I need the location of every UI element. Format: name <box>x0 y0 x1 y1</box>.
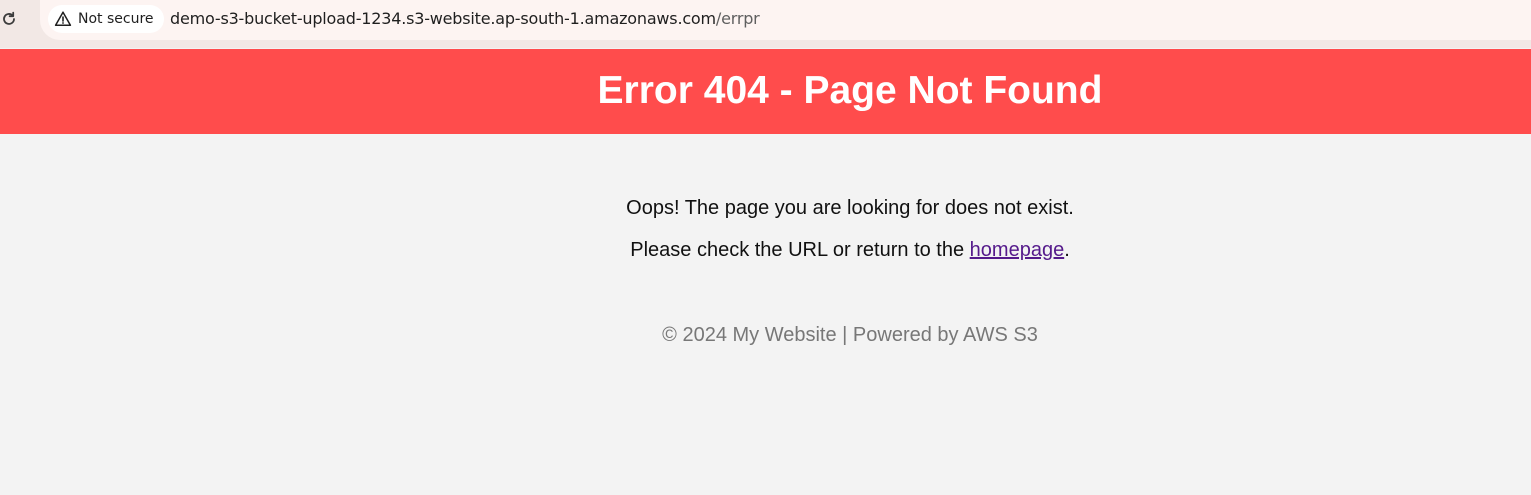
reload-icon[interactable] <box>0 10 18 28</box>
warning-icon <box>54 10 72 28</box>
browser-toolbar: Not secure demo-s3-bucket-upload-1234.s3… <box>0 0 1531 48</box>
url-path: /errpr <box>715 9 760 28</box>
instruction-text: Please check the URL or return to the ho… <box>0 239 1531 262</box>
instruction-suffix: . <box>1064 239 1070 261</box>
url-host: demo-s3-bucket-upload-1234.s3-website.ap… <box>170 9 716 28</box>
instruction-prefix: Please check the URL or return to the <box>630 239 970 261</box>
error-header: Error 404 - Page Not Found <box>0 49 1531 134</box>
homepage-link[interactable]: homepage <box>970 239 1065 261</box>
url-text[interactable]: demo-s3-bucket-upload-1234.s3-website.ap… <box>170 9 760 28</box>
security-indicator[interactable]: Not secure <box>48 5 164 33</box>
error-message: Oops! The page you are looking for does … <box>626 197 1074 219</box>
footer-text: © 2024 My Website | Powered by AWS S3 <box>662 324 1038 346</box>
security-label: Not secure <box>78 11 154 27</box>
page-title: Error 404 - Page Not Found <box>597 69 1103 112</box>
